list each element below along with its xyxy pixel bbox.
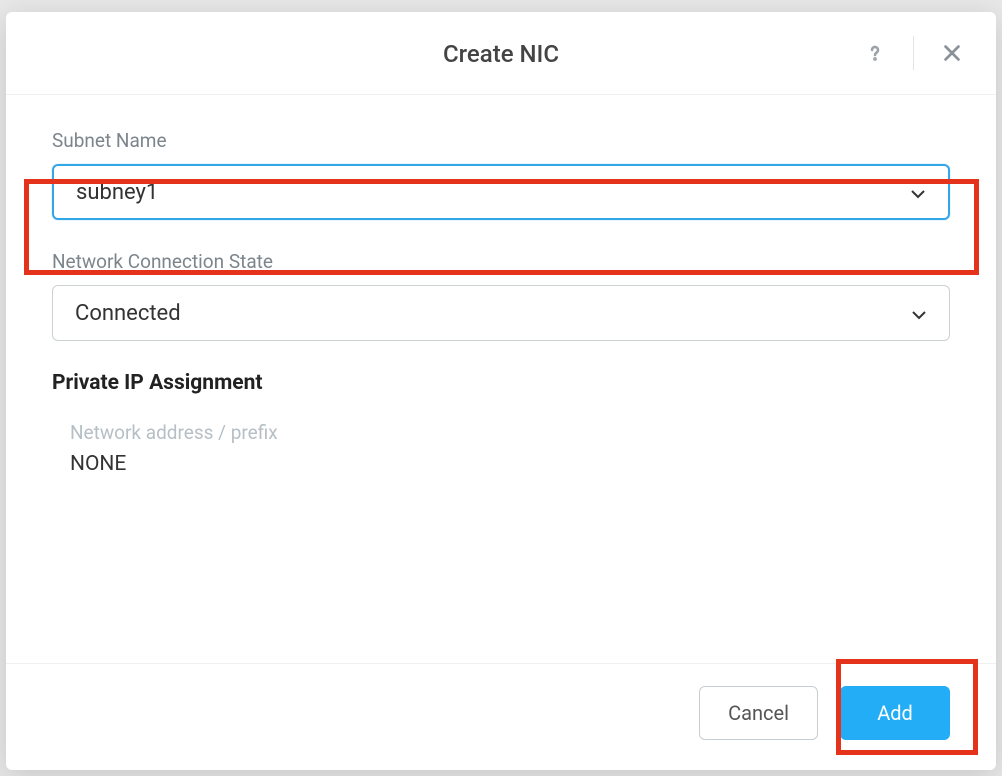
subnet-name-value: subney1 — [76, 180, 158, 205]
network-connection-state-select[interactable]: Connected — [52, 285, 950, 341]
modal-header: Create NIC — [6, 12, 996, 95]
modal-body: Subnet Name subney1 Network Connection S… — [6, 95, 996, 663]
subnet-name-select[interactable]: subney1 — [52, 164, 950, 220]
network-connection-state-label: Network Connection State — [52, 250, 950, 273]
chevron-down-icon — [910, 180, 926, 205]
network-address-label: Network address / prefix — [70, 421, 950, 444]
help-icon[interactable] — [861, 39, 889, 67]
network-address-block: Network address / prefix NONE — [52, 421, 950, 476]
separator — [913, 36, 914, 70]
private-ip-heading: Private IP Assignment — [52, 371, 950, 395]
network-address-value: NONE — [70, 452, 950, 476]
create-nic-modal: Create NIC Subnet Name subney1 Network C… — [6, 12, 996, 770]
network-connection-state-field: Network Connection State Connected — [52, 250, 950, 341]
modal-footer: Cancel Add — [6, 663, 996, 770]
network-connection-state-value: Connected — [75, 301, 181, 326]
close-icon[interactable] — [938, 39, 966, 67]
chevron-down-icon — [911, 301, 927, 326]
subnet-name-field: Subnet Name subney1 — [52, 129, 950, 220]
subnet-name-label: Subnet Name — [52, 129, 950, 152]
modal-title: Create NIC — [36, 40, 966, 68]
add-button[interactable]: Add — [840, 686, 950, 740]
header-actions — [861, 36, 966, 70]
cancel-button[interactable]: Cancel — [699, 686, 818, 740]
